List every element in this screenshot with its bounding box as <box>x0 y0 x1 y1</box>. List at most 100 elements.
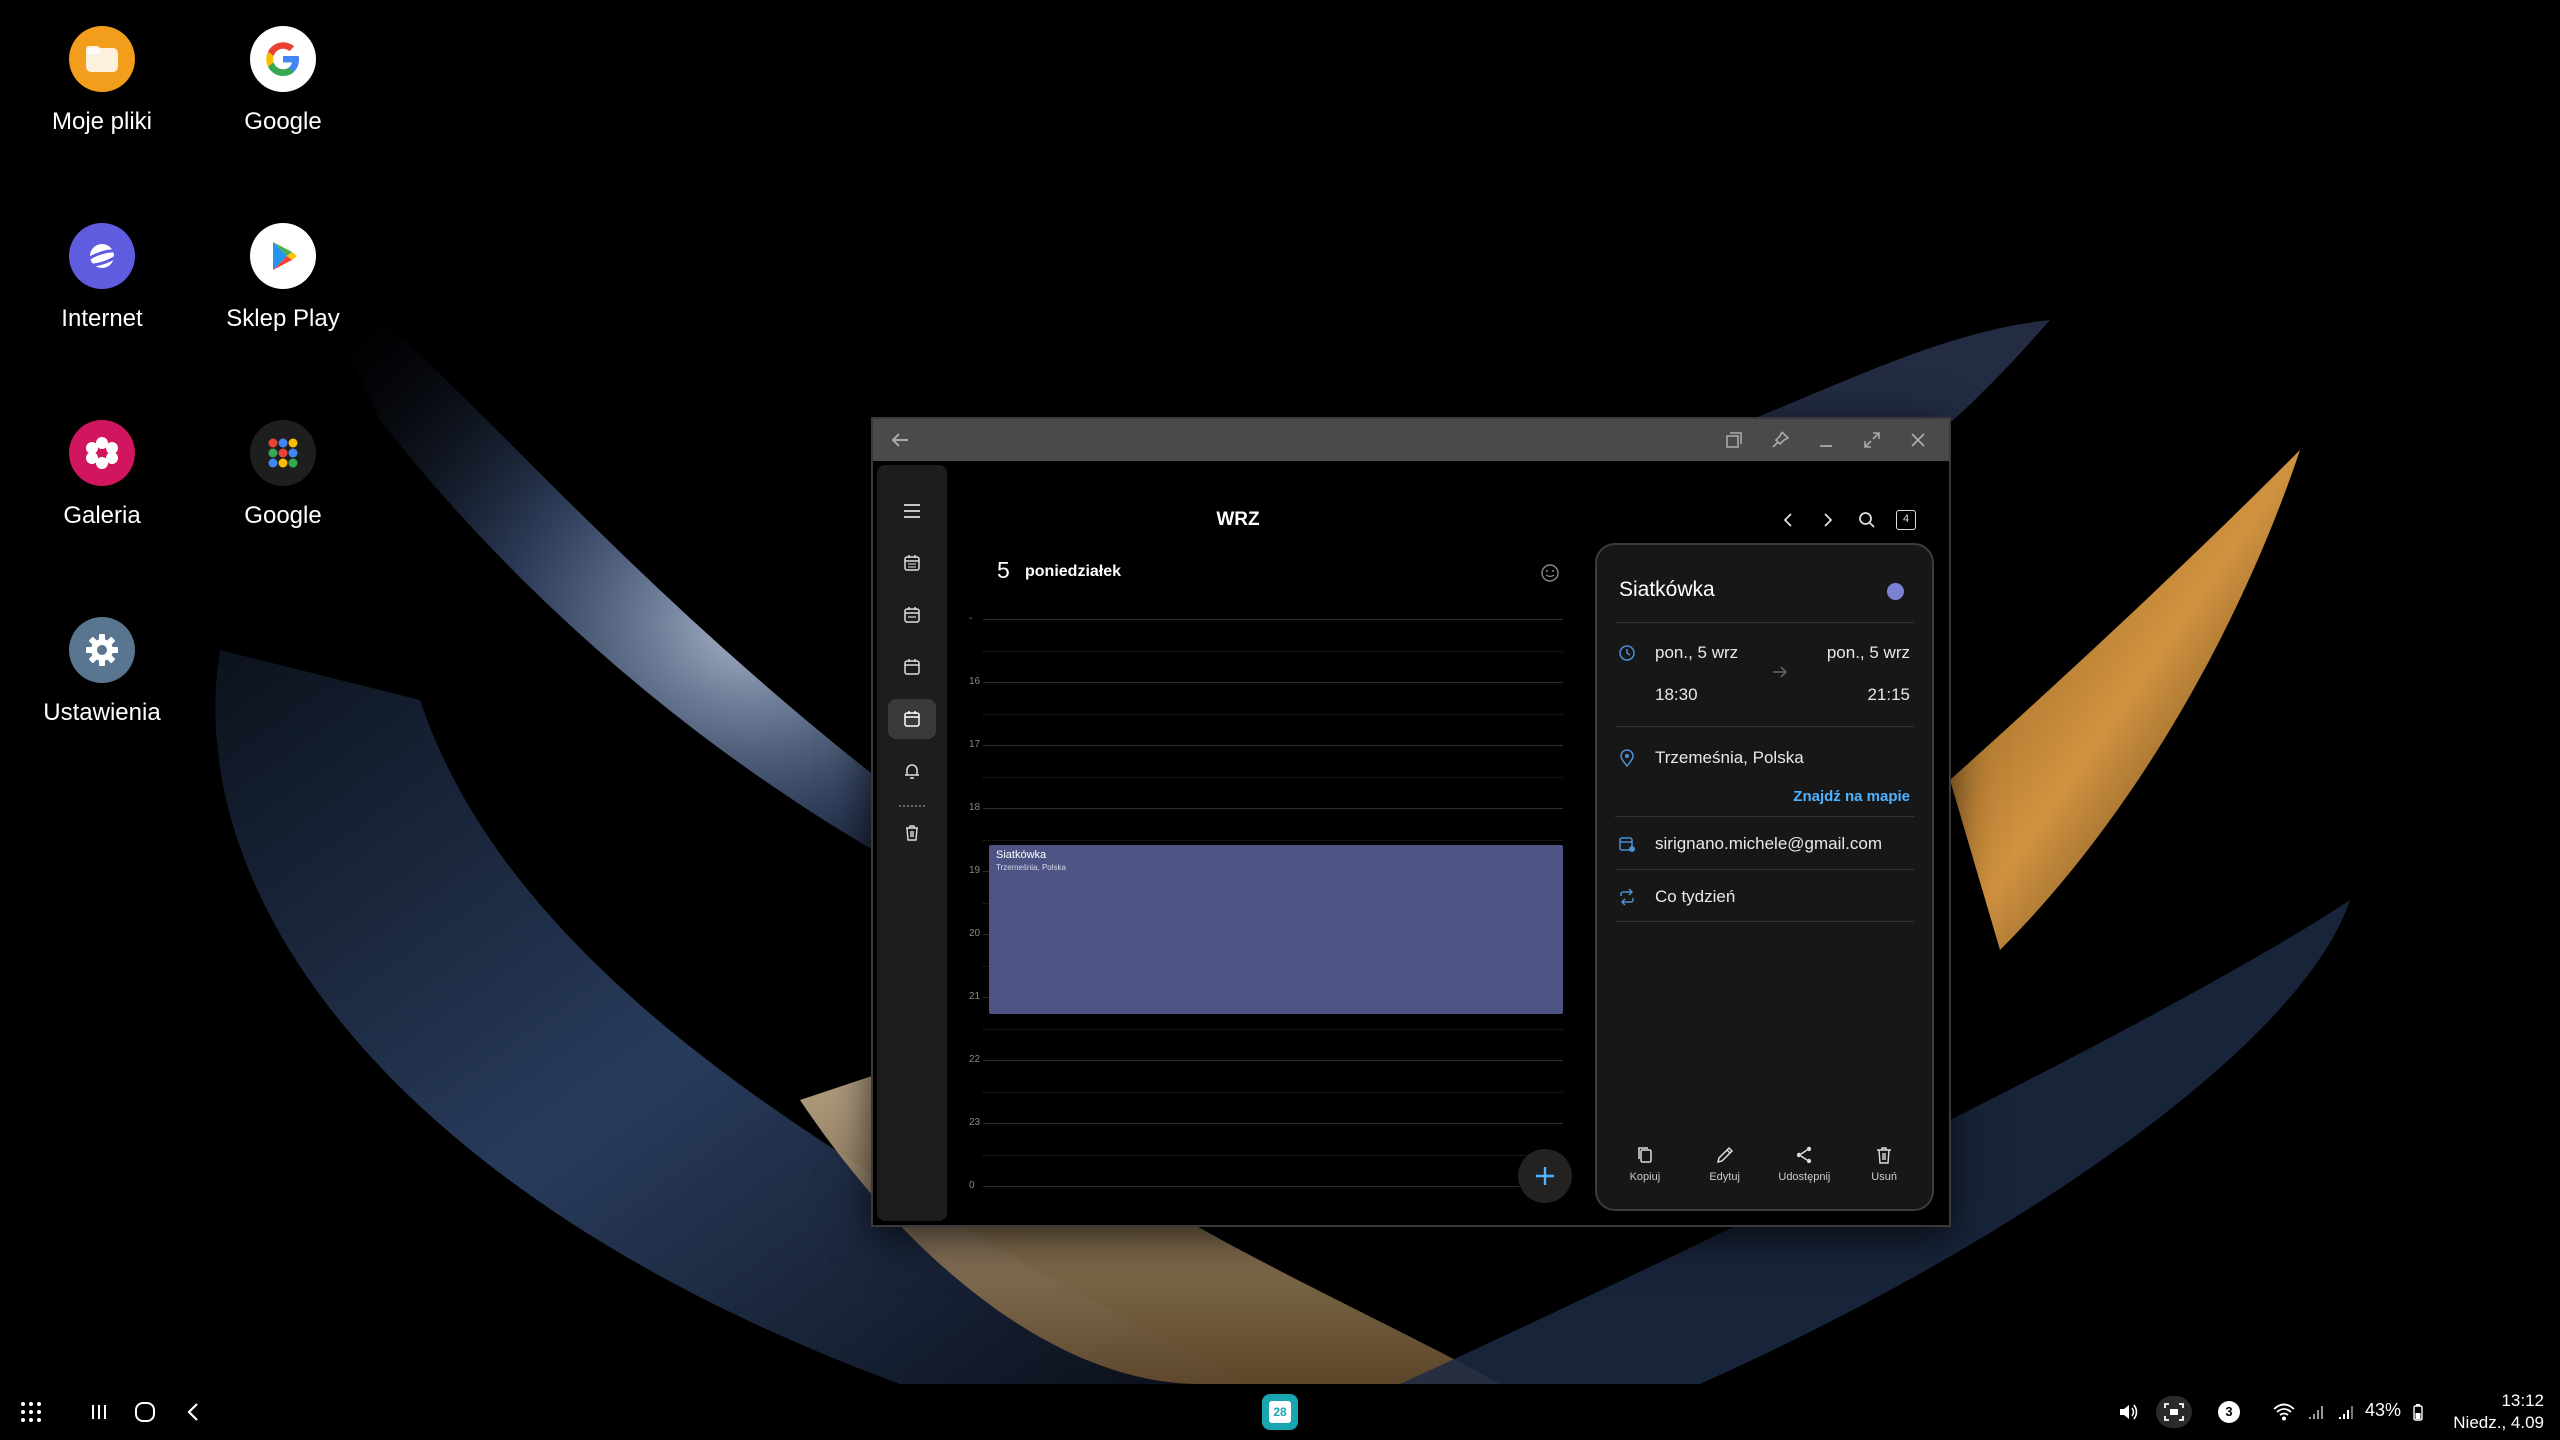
desktop-icon-moje-pliki[interactable]: Moje pliki <box>12 26 192 136</box>
half-hour-line <box>983 650 1563 652</box>
trash-button[interactable] <box>888 813 936 853</box>
rail-divider <box>899 805 925 807</box>
share-icon <box>1797 1146 1812 1164</box>
notification-count: 3 <box>2218 1401 2240 1423</box>
clock-icon <box>1617 643 1637 663</box>
side-rail <box>877 465 947 1221</box>
notification-count-badge[interactable]: 3 <box>2217 1396 2241 1428</box>
prev-arrow-button[interactable] <box>1773 505 1803 535</box>
copy-label: Kopiuj <box>1629 1171 1661 1183</box>
home-button[interactable] <box>130 1396 160 1428</box>
hour-label: 22 <box>969 1054 981 1065</box>
calendar-app-body: WRZ 4 5 poniedziałek -16 17 18 19 20 21 22 23 0 … <box>873 461 1949 1225</box>
divider <box>1615 622 1914 623</box>
gallery-flower-icon <box>69 420 135 486</box>
delete-button[interactable]: Usuń <box>1844 1145 1924 1203</box>
year-view-button[interactable] <box>888 543 936 583</box>
divider <box>1615 726 1914 727</box>
event-block-location: Trzemeśnia, Polska <box>996 863 1066 872</box>
calendar-app-taskbar-icon[interactable]: 28 <box>1262 1394 1298 1430</box>
pencil-icon <box>1716 1146 1733 1164</box>
hour-line <box>983 1186 1563 1187</box>
volume-icon[interactable] <box>2114 1396 2144 1428</box>
hour-label: 21 <box>969 991 981 1002</box>
minimize-button[interactable] <box>1813 427 1839 453</box>
split-window-button[interactable] <box>1721 427 1747 453</box>
desktop-icon-label: Internet <box>61 305 143 332</box>
detail-actions: Kopiuj Edytuj Udostępnij Usuń <box>1605 1145 1924 1203</box>
recent-apps-button[interactable] <box>84 1396 114 1428</box>
hour-line <box>983 745 1563 746</box>
window-titlebar[interactable] <box>873 419 1949 461</box>
copy-icon <box>1638 1147 1652 1163</box>
desktop-icon-label: Google <box>244 108 322 135</box>
location-text[interactable]: Trzemeśnia, Polska <box>1655 748 1804 768</box>
maximize-button[interactable] <box>1859 427 1885 453</box>
end-time: 21:15 <box>1867 685 1910 704</box>
desktop-icon-ustawienia[interactable]: Ustawienia <box>12 617 192 727</box>
back-arrow-button[interactable] <box>887 427 913 453</box>
edit-button[interactable]: Edytuj <box>1685 1145 1765 1203</box>
app-drawer-grid-icon[interactable] <box>16 1396 46 1428</box>
find-on-map-link[interactable]: Znajdź na mapie <box>1793 788 1910 805</box>
hour-line <box>983 1060 1563 1061</box>
share-button[interactable]: Udostępnij <box>1765 1145 1845 1203</box>
share-label: Udostępnij <box>1778 1171 1831 1183</box>
desktop-icon-internet[interactable]: Internet <box>12 223 192 333</box>
day-view-button[interactable] <box>888 699 936 739</box>
edit-label: Edytuj <box>1709 1171 1740 1183</box>
next-arrow-button[interactable] <box>1813 505 1843 535</box>
arrow-right-icon <box>1771 665 1789 684</box>
samsung-internet-icon <box>69 223 135 289</box>
signal-icon-2[interactable] <box>2334 1396 2358 1428</box>
calendar-account-icon <box>1617 834 1637 854</box>
search-icon[interactable] <box>1852 505 1882 535</box>
half-hour-line <box>983 776 1563 778</box>
smiley-icon[interactable] <box>1540 563 1560 583</box>
battery-icon[interactable] <box>2410 1396 2426 1428</box>
week-view-button[interactable] <box>888 647 936 687</box>
google-apps-folder-icon <box>250 420 316 486</box>
desktop-icon-galeria[interactable]: Galeria <box>12 420 192 530</box>
pin-window-button[interactable] <box>1767 427 1793 453</box>
hour-line <box>983 682 1563 683</box>
hour-label: 19 <box>969 865 981 876</box>
close-button[interactable] <box>1905 427 1931 453</box>
folder-icon <box>69 26 135 92</box>
hour-label: 0 <box>969 1180 975 1191</box>
day-name: poniedziałek <box>1025 563 1122 580</box>
repeat-text: Co tydzień <box>1655 887 1736 906</box>
hour-label: 16 <box>969 676 981 687</box>
desktop-icon-google-folder[interactable]: Google <box>193 420 373 530</box>
event-color-dot[interactable] <box>1887 583 1904 600</box>
wifi-icon[interactable] <box>2270 1396 2298 1428</box>
hour-label: 23 <box>969 1117 981 1128</box>
start-date: pon., 5 wrz <box>1655 643 1739 662</box>
half-hour-line <box>983 713 1563 715</box>
play-store-icon <box>250 223 316 289</box>
screenshot-icon[interactable] <box>2156 1396 2192 1428</box>
desktop-icon-label: Moje pliki <box>51 108 153 135</box>
month-title[interactable]: WRZ <box>873 509 1528 531</box>
back-button[interactable] <box>178 1396 208 1428</box>
desktop-icon-sklep-play[interactable]: Sklep Play <box>193 223 373 333</box>
day-number: 5 <box>997 557 1010 583</box>
calendar-day-badge: 28 <box>1269 1401 1291 1423</box>
reminders-bell-button[interactable] <box>888 751 936 791</box>
desktop-icon-label: Google <box>244 502 322 529</box>
event-block-siatkowka[interactable]: Siatkówka Trzemeśnia, Polska <box>989 845 1563 1014</box>
copy-button[interactable]: Kopiuj <box>1605 1145 1685 1203</box>
hour-line <box>983 1123 1563 1124</box>
clock[interactable]: 13:12 Niedz., 4.09 <box>2453 1390 2544 1434</box>
today-button[interactable]: 4 <box>1891 505 1921 535</box>
repeat-icon <box>1617 887 1637 907</box>
month-view-button[interactable] <box>888 595 936 635</box>
half-hour-line <box>983 1091 1563 1093</box>
hour-label: 20 <box>969 928 981 939</box>
hour-label: 18 <box>969 802 981 813</box>
add-event-button[interactable] <box>1518 1149 1572 1203</box>
divider <box>1615 816 1914 817</box>
desktop-icon-label: Galeria <box>63 502 141 529</box>
desktop-icon-google[interactable]: Google <box>193 26 373 136</box>
signal-icon-1[interactable] <box>2304 1396 2328 1428</box>
